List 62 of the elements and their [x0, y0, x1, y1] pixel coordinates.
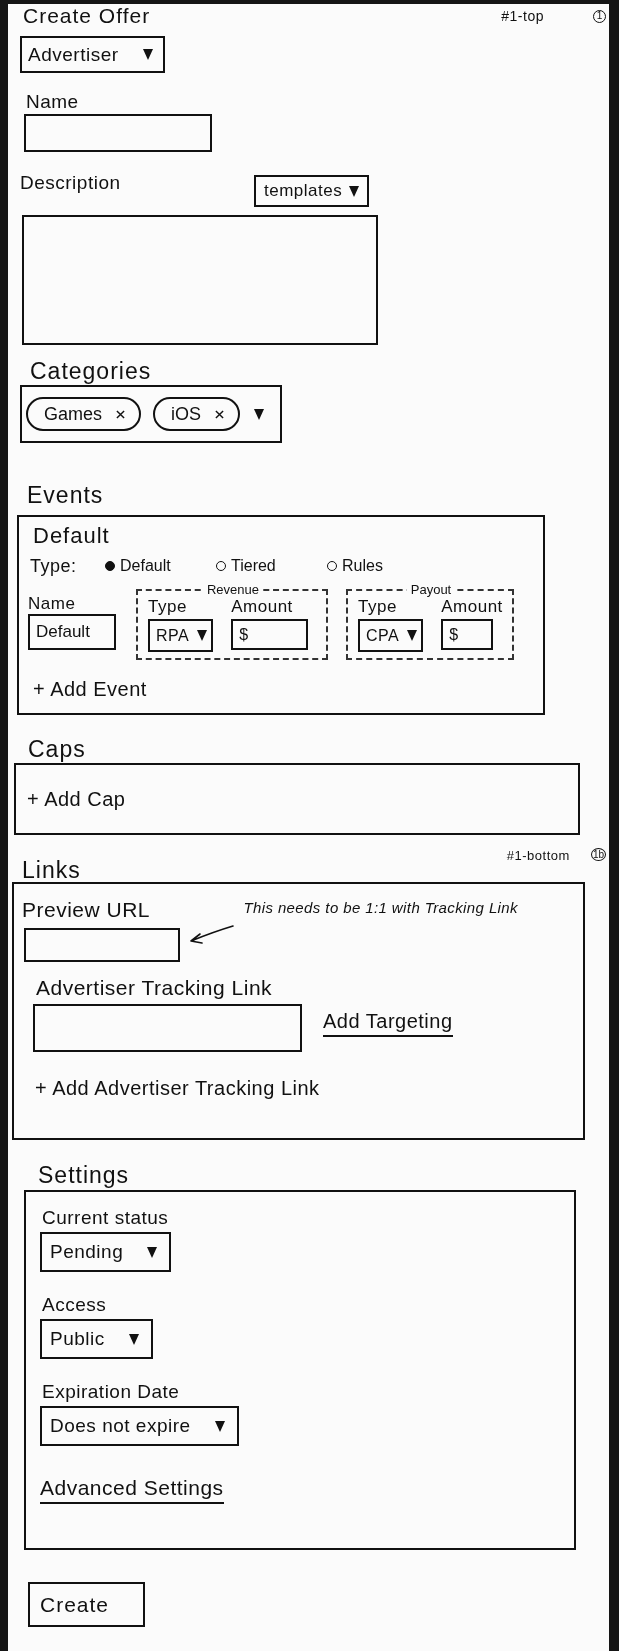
caret-icon — [128, 1333, 139, 1345]
amount-input[interactable]: $ — [441, 619, 494, 650]
tracking-link-input[interactable] — [33, 1004, 302, 1052]
settings-dropdown[interactable]: Public — [40, 1319, 153, 1359]
caret-icon — [143, 49, 153, 60]
caret-icon — [407, 630, 418, 641]
settings-dropdown[interactable]: Pending — [40, 1232, 172, 1272]
field-label: Name — [28, 595, 76, 613]
add-event-link[interactable]: + Add Event — [33, 677, 147, 701]
preview-url-input[interactable] — [24, 928, 180, 962]
section-heading: Events — [27, 481, 104, 509]
tag-label: Games — [44, 403, 103, 425]
field-label: Expiration Date — [42, 1381, 180, 1403]
page-title: Create Offer — [23, 4, 151, 28]
radio-option[interactable]: Tiered — [216, 557, 327, 575]
caret-icon — [197, 630, 208, 641]
categories-select[interactable]: Games iOS — [20, 385, 282, 443]
radio-option[interactable]: Rules — [327, 557, 438, 575]
sheet-label: #1-top — [501, 8, 544, 24]
field-label: Amount — [441, 598, 503, 616]
amount-input[interactable]: $ — [231, 619, 309, 650]
field-label: Name — [26, 91, 79, 113]
close-icon[interactable] — [215, 409, 225, 419]
group-title: Revenue — [205, 582, 260, 598]
close-icon[interactable] — [116, 409, 126, 419]
type-dropdown[interactable]: CPA — [358, 619, 424, 652]
caret-icon — [349, 185, 359, 197]
event-name-input[interactable]: Default — [28, 614, 116, 650]
type-dropdown[interactable]: RPA — [148, 619, 214, 652]
field-label: Type — [148, 598, 187, 616]
advertiser-dropdown[interactable]: Advertiser — [20, 36, 165, 73]
description-textarea[interactable] — [22, 215, 378, 345]
field-label: Current status — [42, 1207, 169, 1229]
section-heading: Settings — [38, 1161, 130, 1190]
sheet-label: #1-bottom — [506, 848, 570, 864]
event-title: Default — [33, 523, 110, 549]
caret-icon — [147, 1246, 158, 1258]
field-label: Amount — [231, 598, 293, 616]
add-tracking-link[interactable]: + Add Advertiser Tracking Link — [35, 1076, 320, 1100]
group-title: Payout — [409, 582, 453, 598]
field-label: Access — [42, 1294, 107, 1316]
field-label: Advertiser Tracking Link — [36, 975, 273, 1001]
create-button[interactable]: Create — [28, 1582, 145, 1627]
templates-dropdown[interactable]: templates — [254, 175, 369, 207]
caret-icon — [214, 1420, 225, 1432]
caret-icon — [254, 408, 264, 420]
section-heading: Links — [22, 858, 81, 882]
field-label: Description — [20, 171, 121, 194]
advanced-settings-link[interactable]: Advanced Settings — [40, 1476, 224, 1504]
add-cap-link[interactable]: + Add Cap — [27, 787, 126, 811]
field-label: Preview URL — [22, 898, 151, 922]
type-label: Type: — [30, 555, 78, 577]
add-targeting-link[interactable]: Add Targeting — [323, 1009, 453, 1037]
name-input[interactable] — [24, 114, 212, 152]
tag-label: iOS — [171, 403, 202, 425]
radio-option[interactable]: Default — [105, 557, 216, 575]
annotation-arrow — [188, 924, 234, 946]
field-label: Type — [358, 598, 397, 616]
section-heading: Categories — [30, 357, 152, 385]
settings-dropdown[interactable]: Does not expire — [40, 1406, 239, 1446]
section-heading: Caps — [28, 735, 86, 763]
annotation-note: This needs to be 1:1 with Tracking Link — [243, 899, 518, 917]
